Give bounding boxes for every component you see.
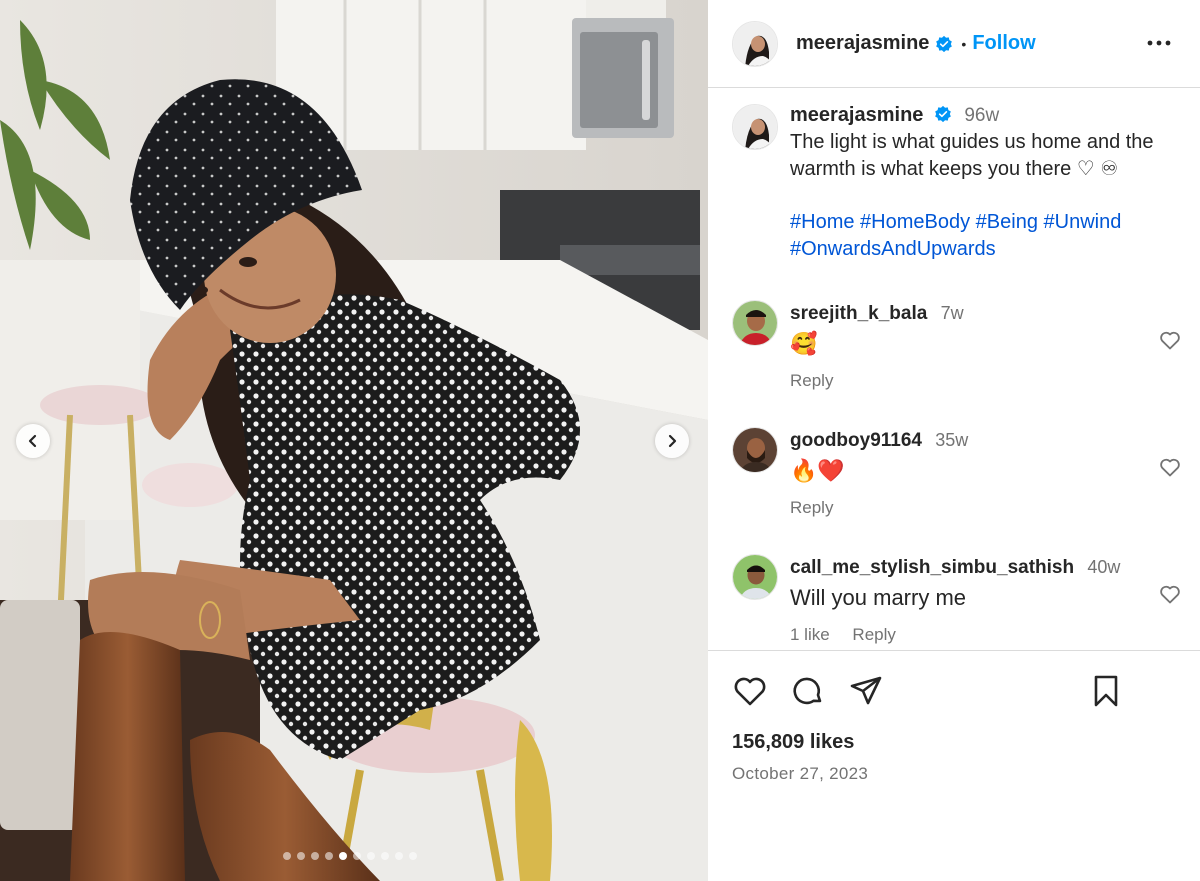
avatar-image bbox=[733, 555, 777, 599]
comment-text: 🥰 bbox=[790, 331, 818, 356]
photo-scene bbox=[0, 0, 708, 881]
comment-icon[interactable] bbox=[790, 673, 826, 709]
bookmark-icon[interactable] bbox=[1088, 673, 1124, 709]
commenter-username[interactable]: sreejith_k_bala bbox=[790, 303, 927, 324]
slide-indicator bbox=[283, 852, 417, 860]
commenter-avatar[interactable] bbox=[732, 427, 778, 473]
comment-timestamp[interactable]: 40w bbox=[1087, 557, 1120, 577]
slide-dot[interactable] bbox=[297, 852, 305, 860]
avatar-image bbox=[733, 301, 777, 345]
hashtag-link[interactable]: #HomeBody bbox=[860, 211, 970, 233]
verified-badge-icon bbox=[935, 105, 951, 123]
slide-dot[interactable] bbox=[367, 852, 375, 860]
slide-dot[interactable] bbox=[409, 852, 417, 860]
caption: meerajasmine 96w The light is what guide… bbox=[732, 104, 1180, 263]
caption-author-avatar[interactable] bbox=[732, 104, 778, 150]
comment-item: call_me_stylish_simbu_sathish 40w Will y… bbox=[732, 554, 1182, 645]
caption-timestamp[interactable]: 96w bbox=[964, 105, 999, 126]
like-comment-heart-icon[interactable] bbox=[1158, 455, 1182, 479]
reply-button[interactable]: Reply bbox=[852, 625, 895, 644]
commenter-avatar[interactable] bbox=[732, 554, 778, 600]
hashtag-link[interactable]: #Being bbox=[976, 211, 1038, 233]
hashtag-link[interactable]: #OnwardsAndUpwards bbox=[790, 238, 996, 260]
comment-item: sreejith_k_bala 7w 🥰 Reply bbox=[732, 300, 1182, 391]
follow-button[interactable]: Follow bbox=[972, 32, 1035, 55]
previous-slide-button[interactable] bbox=[16, 424, 50, 458]
share-icon[interactable] bbox=[848, 673, 884, 709]
heart-icon[interactable] bbox=[732, 673, 768, 709]
avatar-image bbox=[733, 105, 777, 149]
slide-dot[interactable] bbox=[325, 852, 333, 860]
author-avatar[interactable] bbox=[732, 20, 778, 67]
chevron-left-icon bbox=[28, 434, 37, 448]
chevron-right-icon bbox=[668, 434, 677, 448]
author-username[interactable]: meerajasmine bbox=[796, 32, 929, 55]
caption-text: The light is what guides us home and the… bbox=[790, 131, 1154, 180]
post-header: meerajasmine • Follow bbox=[708, 0, 1200, 88]
avatar-image bbox=[733, 21, 777, 66]
commenter-username[interactable]: goodboy91164 bbox=[790, 430, 922, 451]
commenter-username[interactable]: call_me_stylish_simbu_sathish bbox=[790, 557, 1074, 578]
post-photo bbox=[0, 0, 708, 881]
comment-timestamp[interactable]: 35w bbox=[935, 430, 968, 450]
reply-button[interactable]: Reply bbox=[790, 498, 833, 517]
slide-dot[interactable] bbox=[339, 852, 347, 860]
comment-item: goodboy91164 35w 🔥❤️ Reply bbox=[732, 427, 1182, 518]
hashtag-link[interactable]: #Home bbox=[790, 211, 854, 233]
comment-timestamp[interactable]: 7w bbox=[941, 303, 964, 323]
caption-username[interactable]: meerajasmine bbox=[790, 104, 923, 126]
comment-like-count[interactable]: 1 like bbox=[790, 625, 830, 644]
reply-button[interactable]: Reply bbox=[790, 371, 833, 390]
verified-badge-icon bbox=[936, 35, 953, 52]
slide-dot[interactable] bbox=[381, 852, 389, 860]
like-comment-heart-icon[interactable] bbox=[1158, 328, 1182, 352]
post-details-pane: meerajasmine • Follow meerajasmine 96w T… bbox=[708, 0, 1200, 881]
post-actions: 156,809 likes October 27, 2023 bbox=[708, 650, 1200, 784]
commenter-avatar[interactable] bbox=[732, 300, 778, 346]
slide-dot[interactable] bbox=[395, 852, 403, 860]
avatar-image bbox=[733, 428, 777, 472]
post-date[interactable]: October 27, 2023 bbox=[732, 764, 1176, 784]
slide-dot[interactable] bbox=[311, 852, 319, 860]
header-separator: • bbox=[961, 35, 967, 52]
hashtag-link[interactable]: #Unwind bbox=[1044, 211, 1122, 233]
comment-text: 🔥❤️ bbox=[790, 458, 845, 483]
like-comment-heart-icon[interactable] bbox=[1158, 582, 1182, 606]
slide-dot[interactable] bbox=[353, 852, 361, 860]
more-options-icon[interactable] bbox=[1146, 30, 1172, 56]
slide-dot[interactable] bbox=[283, 852, 291, 860]
next-slide-button[interactable] bbox=[655, 424, 689, 458]
comment-text: Will you marry me bbox=[790, 585, 967, 610]
caption-hashtags: #Home #HomeBody #Being #Unwind #OnwardsA… bbox=[790, 209, 1180, 263]
like-count[interactable]: 156,809 likes bbox=[732, 731, 1176, 754]
